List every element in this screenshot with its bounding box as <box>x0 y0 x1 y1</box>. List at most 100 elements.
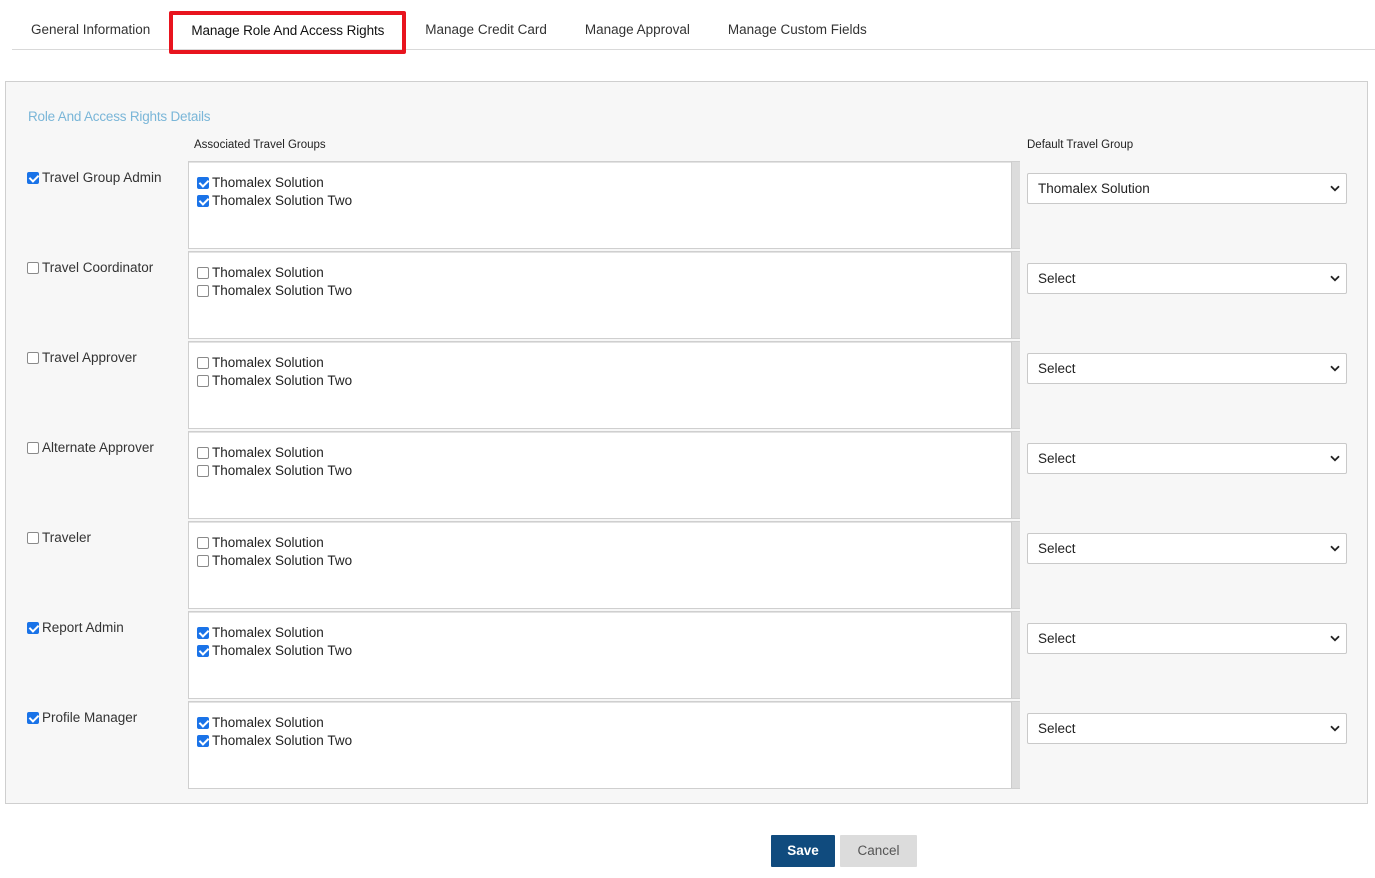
checkbox-icon[interactable] <box>197 176 209 189</box>
tab-manage-credit-card[interactable]: Manage Credit Card <box>406 10 566 50</box>
tab-general-information[interactable]: General Information <box>12 10 169 50</box>
travel-group-checkbox[interactable]: Thomalex Solution Two <box>197 193 352 208</box>
scrollbar[interactable] <box>1011 162 1020 248</box>
checkbox-icon[interactable] <box>27 441 39 454</box>
role-checkbox-label[interactable]: Alternate Approver <box>27 440 154 455</box>
travel-group-label: Thomalex Solution Two <box>212 373 353 388</box>
scrollbar[interactable] <box>1011 252 1020 338</box>
tab-manage-approval[interactable]: Manage Approval <box>566 10 709 50</box>
travel-group-checkbox[interactable]: Thomalex Solution <box>197 535 324 550</box>
select-value: Select <box>1038 631 1076 646</box>
select-value: Select <box>1038 541 1076 556</box>
default-travel-group-select[interactable]: Select <box>1027 713 1347 744</box>
checkbox-icon[interactable] <box>197 464 209 477</box>
travel-groups-list[interactable]: Thomalex Solution Thomalex Solution Two <box>188 701 1020 789</box>
travel-group-checkbox[interactable]: Thomalex Solution <box>197 625 324 640</box>
role-row: Report Admin Thomalex Solution Thomalex So… <box>6 611 1367 701</box>
checkbox-icon[interactable] <box>197 734 209 747</box>
checkbox-icon[interactable] <box>27 531 39 544</box>
section-title: Role And Access Rights Details <box>28 109 211 124</box>
scrollbar[interactable] <box>1011 612 1020 698</box>
associated-groups-header: Associated Travel Groups <box>194 139 326 151</box>
checkbox-icon[interactable] <box>27 621 39 634</box>
role-label: Alternate Approver <box>42 440 154 455</box>
travel-group-checkbox[interactable]: Thomalex Solution <box>197 445 324 460</box>
scrollbar[interactable] <box>1011 432 1020 518</box>
role-row: Traveler Thomalex Solution Thomalex Soluti… <box>6 521 1367 611</box>
checkbox-icon[interactable] <box>197 644 209 657</box>
travel-group-label: Thomalex Solution <box>212 445 324 460</box>
role-label: Travel Approver <box>42 350 137 365</box>
default-travel-group-select[interactable]: Select <box>1027 353 1347 384</box>
travel-group-label: Thomalex Solution <box>212 535 324 550</box>
travel-group-checkbox[interactable]: Thomalex Solution <box>197 715 324 730</box>
chevron-down-icon <box>1330 635 1340 642</box>
tab-manage-role-and-access-rights[interactable]: Manage Role And Access Rights <box>169 11 407 54</box>
role-label: Travel Group Admin <box>42 170 162 185</box>
travel-group-checkbox[interactable]: Thomalex Solution Two <box>197 553 352 568</box>
scrollbar[interactable] <box>1011 702 1020 788</box>
travel-groups-list[interactable]: Thomalex Solution Thomalex Solution Two <box>188 161 1020 249</box>
role-checkbox-label[interactable]: Travel Coordinator <box>27 260 153 275</box>
travel-group-checkbox[interactable]: Thomalex Solution <box>197 355 324 370</box>
role-label: Profile Manager <box>42 710 138 725</box>
role-checkbox-label[interactable]: Travel Group Admin <box>27 170 162 185</box>
checkbox-icon[interactable] <box>27 261 39 274</box>
role-row: Profile Manager Thomalex Solution Thomalex… <box>6 701 1367 791</box>
role-label: Traveler <box>42 530 92 545</box>
default-travel-group-select[interactable]: Select <box>1027 263 1347 294</box>
travel-group-label: Thomalex Solution Two <box>212 283 353 298</box>
travel-group-checkbox[interactable]: Thomalex Solution <box>197 265 324 280</box>
checkbox-icon[interactable] <box>27 351 39 364</box>
checkbox-icon[interactable] <box>197 536 209 549</box>
checkbox-icon[interactable] <box>197 446 209 459</box>
checkbox-icon[interactable] <box>197 716 209 729</box>
travel-group-label: Thomalex Solution Two <box>212 193 353 208</box>
checkbox-icon[interactable] <box>197 554 209 567</box>
tab-manage-custom-fields[interactable]: Manage Custom Fields <box>709 10 886 50</box>
chevron-down-icon <box>1330 545 1340 552</box>
role-checkbox-label[interactable]: Profile Manager <box>27 710 137 725</box>
checkbox-icon[interactable] <box>197 266 209 279</box>
travel-group-label: Thomalex Solution Two <box>212 643 353 658</box>
checkbox-icon[interactable] <box>27 171 39 184</box>
travel-group-checkbox[interactable]: Thomalex Solution Two <box>197 643 352 658</box>
travel-groups-list[interactable]: Thomalex Solution Thomalex Solution Two <box>188 611 1020 699</box>
role-checkbox-label[interactable]: Traveler <box>27 530 91 545</box>
travel-group-label: Thomalex Solution <box>212 265 324 280</box>
travel-group-label: Thomalex Solution <box>212 175 324 190</box>
scrollbar[interactable] <box>1011 522 1020 608</box>
role-row: Travel Coordinator Thomalex Solution Thoma… <box>6 251 1367 341</box>
role-row: Travel Group Admin Thomalex Solution Thoma… <box>6 161 1367 251</box>
save-button[interactable]: Save <box>771 835 835 867</box>
checkbox-icon[interactable] <box>197 374 209 387</box>
chevron-down-icon <box>1330 365 1340 372</box>
tab-bar: General Information Manage Role And Acce… <box>12 10 1375 54</box>
travel-groups-list[interactable]: Thomalex Solution Thomalex Solution Two <box>188 521 1020 609</box>
travel-group-label: Thomalex Solution <box>212 625 324 640</box>
travel-group-checkbox[interactable]: Thomalex Solution Two <box>197 733 352 748</box>
checkbox-icon[interactable] <box>27 711 39 724</box>
travel-group-checkbox[interactable]: Thomalex Solution Two <box>197 373 352 388</box>
travel-group-checkbox[interactable]: Thomalex Solution Two <box>197 283 352 298</box>
travel-groups-list[interactable]: Thomalex Solution Thomalex Solution Two <box>188 341 1020 429</box>
checkbox-icon[interactable] <box>197 626 209 639</box>
role-checkbox-label[interactable]: Travel Approver <box>27 350 137 365</box>
travel-group-checkbox[interactable]: Thomalex Solution Two <box>197 463 352 478</box>
checkbox-icon[interactable] <box>197 194 209 207</box>
default-travel-group-select[interactable]: Select <box>1027 623 1347 654</box>
travel-group-checkbox[interactable]: Thomalex Solution <box>197 175 324 190</box>
scrollbar[interactable] <box>1011 342 1020 428</box>
default-travel-group-select[interactable]: Select <box>1027 443 1347 474</box>
checkbox-icon[interactable] <box>197 356 209 369</box>
default-travel-group-select[interactable]: Select <box>1027 533 1347 564</box>
default-group-header: Default Travel Group <box>1027 139 1134 151</box>
travel-groups-list[interactable]: Thomalex Solution Thomalex Solution Two <box>188 251 1020 339</box>
chevron-down-icon <box>1330 455 1340 462</box>
role-label: Report Admin <box>42 620 124 635</box>
role-checkbox-label[interactable]: Report Admin <box>27 620 124 635</box>
cancel-button[interactable]: Cancel <box>840 835 917 867</box>
travel-groups-list[interactable]: Thomalex Solution Thomalex Solution Two <box>188 431 1020 519</box>
default-travel-group-select[interactable]: Thomalex Solution <box>1027 173 1347 204</box>
checkbox-icon[interactable] <box>197 284 209 297</box>
